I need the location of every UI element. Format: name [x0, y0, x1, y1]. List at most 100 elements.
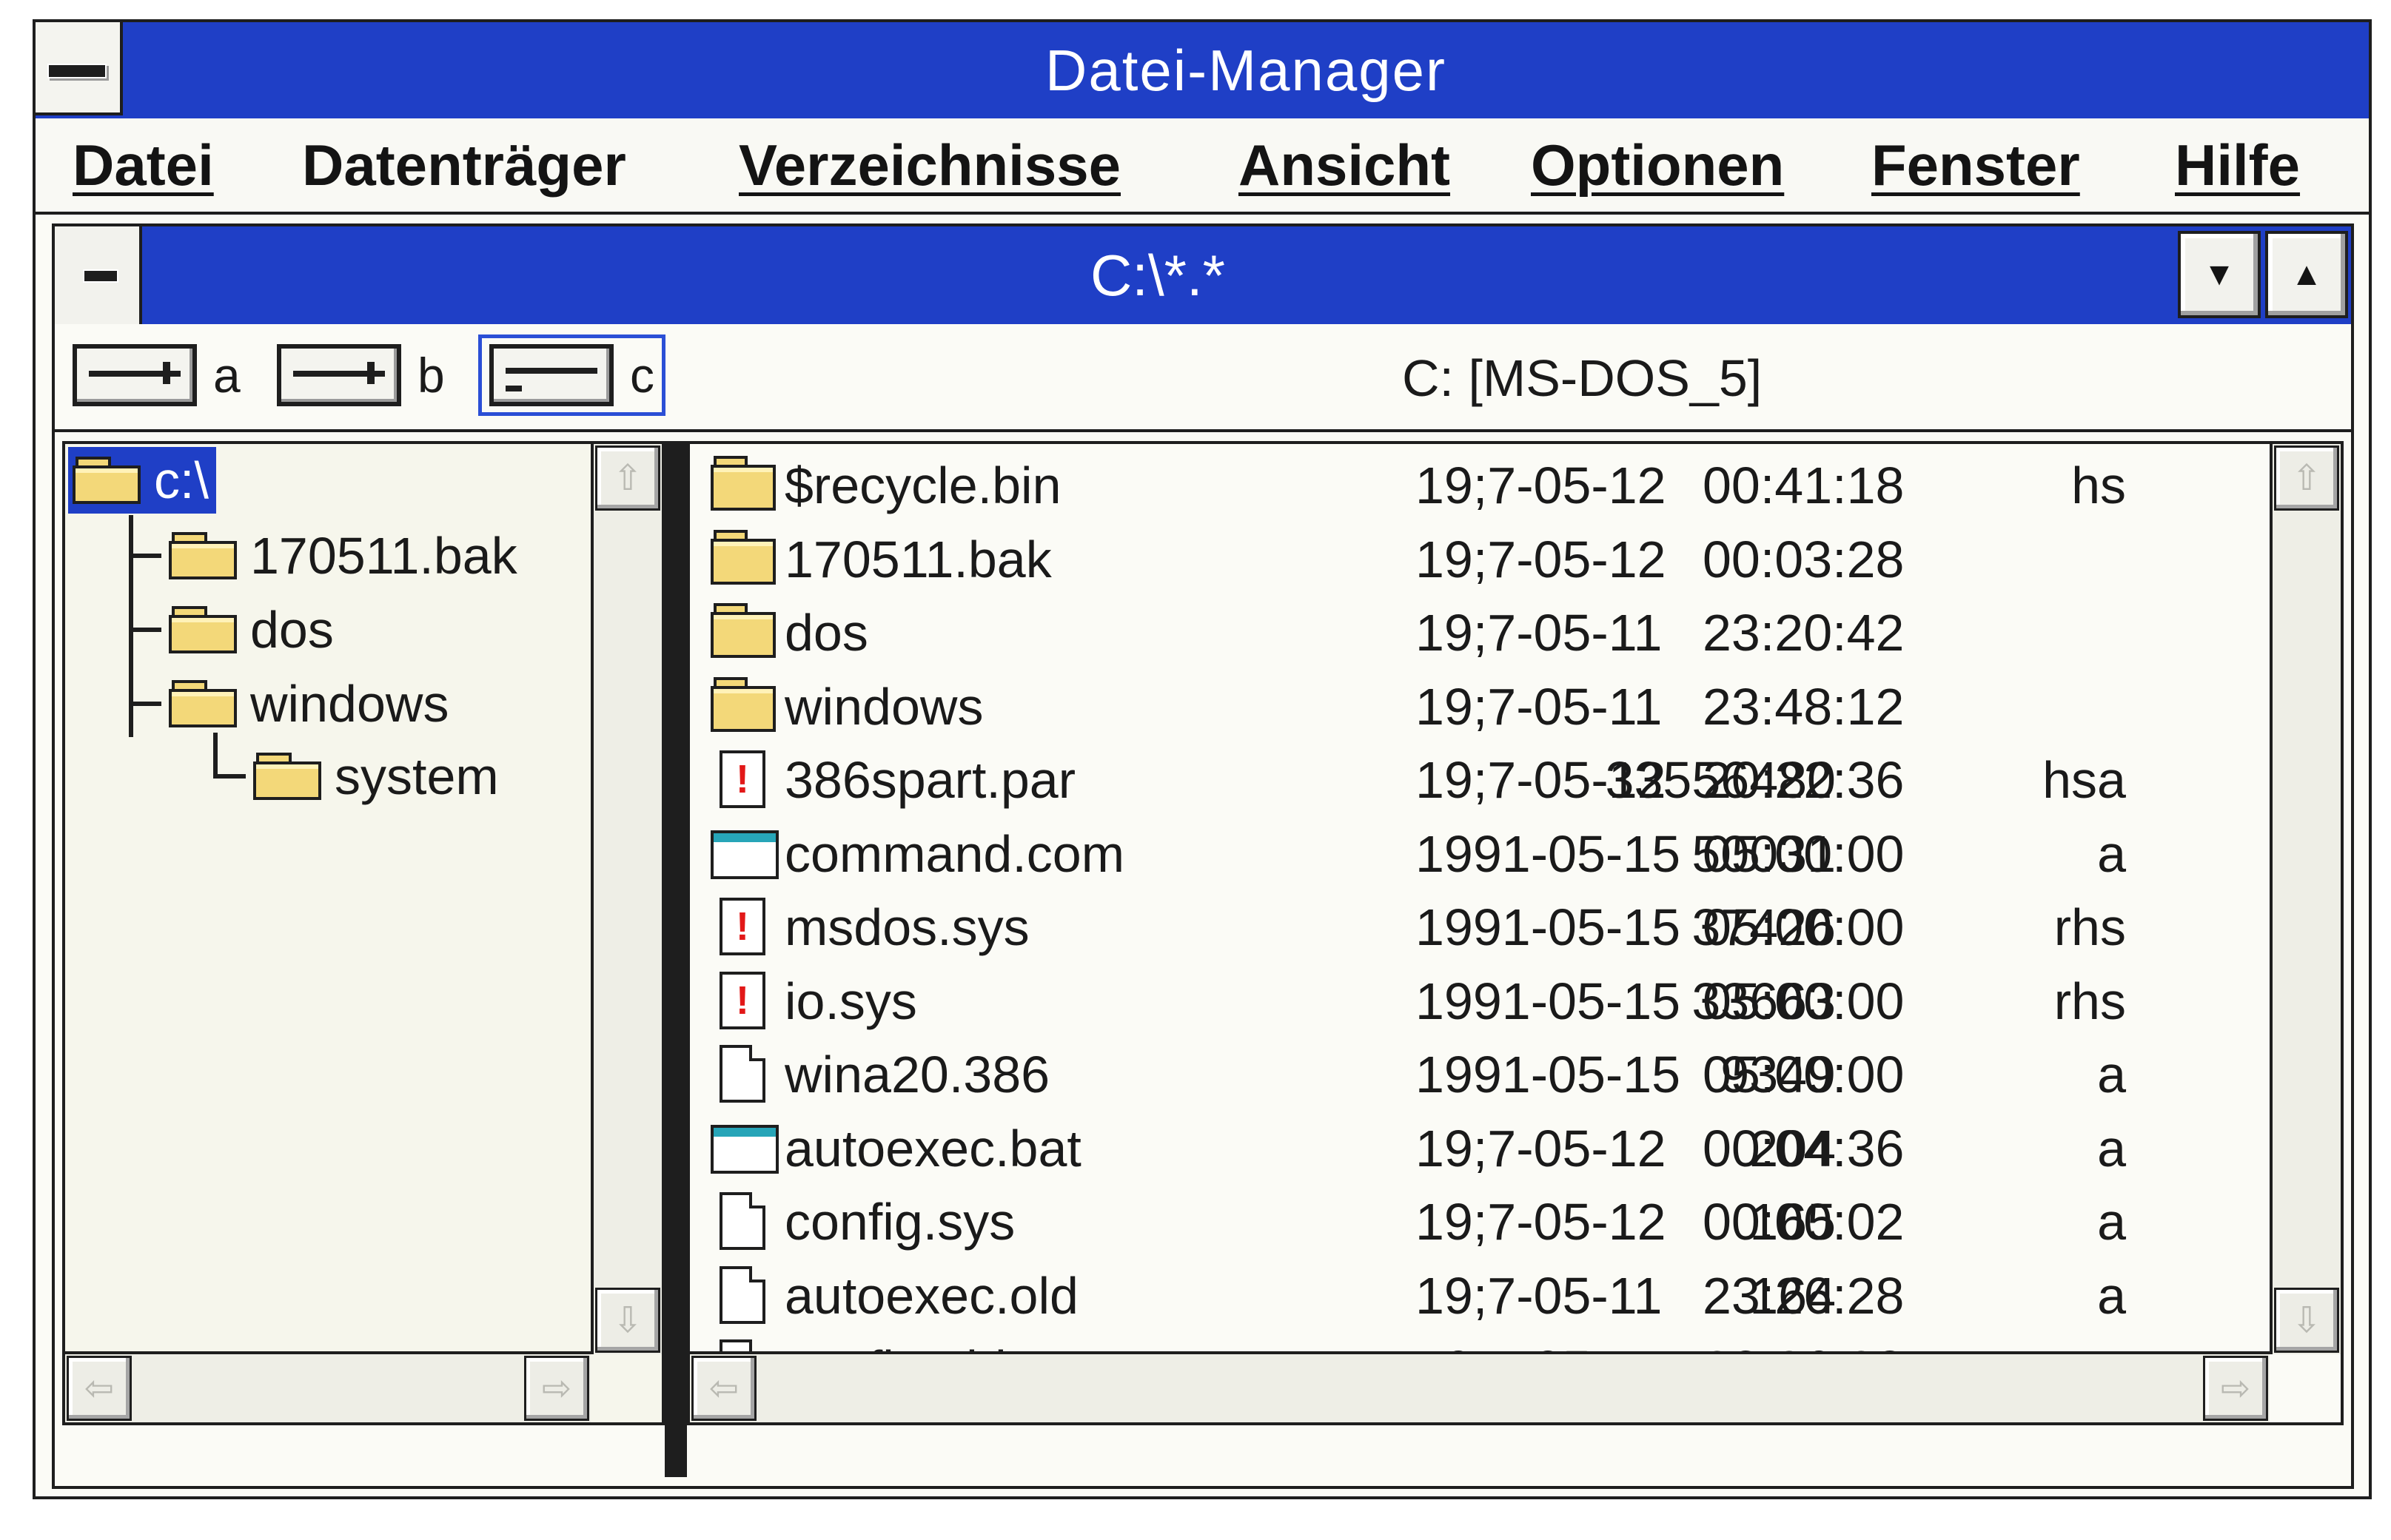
drive-b-button[interactable]: b — [269, 334, 452, 416]
file-attributes: rhs — [2053, 898, 2126, 956]
arrow-down-icon: ⇩ — [2291, 1301, 2322, 1340]
directory-system-menu-button[interactable] — [55, 226, 142, 324]
scroll-down-button[interactable]: ⇩ — [2274, 1288, 2339, 1353]
file-name: dos — [785, 604, 868, 662]
menu-datei[interactable]: Datei — [73, 118, 214, 212]
tree-item-system[interactable]: system — [253, 743, 499, 810]
file-row[interactable]: autoexec.old 164 19;7-05-11 23:26:28 a — [690, 1260, 2244, 1331]
title-bar[interactable]: Datei-Manager — [36, 22, 2369, 118]
system-file-icon: ! — [711, 750, 776, 808]
file-vertical-scrollbar[interactable]: ⇧ ⇩ — [2270, 444, 2341, 1354]
menu-ansicht[interactable]: Ansicht — [1238, 118, 1450, 212]
file-date: 1991-05-15 — [1415, 898, 1681, 956]
file-manager-window: Datei-Manager Datei Datenträger Verzeich… — [33, 19, 2372, 1499]
file-row[interactable]: command.com 50031 1991-05-15 05:00:00 a — [690, 818, 2244, 890]
arrow-right-icon: ⇨ — [541, 1369, 572, 1408]
tree-connector — [213, 774, 246, 779]
file-row[interactable]: ! io.sys 33663 1991-05-15 05:00:00 rhs — [690, 966, 2244, 1037]
tree-item-170511-bak[interactable]: 170511.bak — [169, 522, 517, 589]
file-name: wina20.386 — [785, 1046, 1050, 1103]
file-time: 00:00:02 — [1703, 1193, 1905, 1251]
folder-icon — [711, 456, 776, 514]
system-menu-icon — [47, 64, 107, 78]
tree-item-dos[interactable]: dos — [169, 596, 334, 663]
file-row[interactable]: windows 19;7-05-11 23:48:12 — [690, 671, 2244, 742]
scroll-left-button[interactable]: ⇦ — [67, 1356, 132, 1421]
tree-horizontal-scrollbar[interactable]: ⇦ ⇨ — [65, 1351, 591, 1422]
file-row[interactable]: ! msdos.sys 37426 1991-05-15 05:00:00 rhs — [690, 892, 2244, 963]
scroll-left-button[interactable]: ⇦ — [691, 1356, 757, 1421]
folder-icon — [711, 529, 776, 588]
file-time: 00:03:28 — [1703, 530, 1905, 588]
arrow-right-icon: ⇨ — [2220, 1369, 2251, 1408]
file-date: 19;7-05-12 — [1415, 1193, 1666, 1251]
menu-verzeichnisse[interactable]: Verzeichnisse — [739, 118, 1121, 212]
menu-verzeichnisse-label: Verzeichnisse — [739, 132, 1121, 198]
menu-fenster[interactable]: Fenster — [1871, 118, 2080, 212]
file-date: 1991-05-15 — [1415, 1046, 1681, 1103]
menu-optionen[interactable]: Optionen — [1531, 118, 1784, 212]
file-time: 00:04:36 — [1703, 1119, 1905, 1177]
scroll-up-button[interactable]: ⇧ — [2274, 445, 2339, 511]
file-horizontal-scrollbar[interactable]: ⇦ ⇨ — [690, 1351, 2270, 1422]
document-icon — [711, 1265, 776, 1324]
folder-icon — [169, 680, 237, 727]
document-icon — [711, 1045, 776, 1103]
drive-c-button[interactable]: c — [478, 334, 665, 416]
file-attributes: a — [2097, 1193, 2126, 1251]
file-time: 05:00:00 — [1703, 824, 1905, 883]
scroll-right-button[interactable]: ⇨ — [524, 1356, 589, 1421]
directory-window-title-bar[interactable]: C:\*.* ▼ ▲ — [55, 226, 2351, 324]
scroll-up-button[interactable]: ⇧ — [595, 445, 660, 511]
tree-vertical-scrollbar[interactable]: ⇧ ⇩ — [591, 444, 662, 1354]
file-name: 170511.bak — [785, 530, 1052, 588]
drive-letter: c — [630, 348, 654, 403]
arrow-up-icon: ⇧ — [2291, 459, 2322, 498]
file-attributes: hs — [2071, 457, 2126, 514]
file-name: msdos.sys — [785, 898, 1030, 956]
file-name: config.sys — [785, 1193, 1016, 1251]
tree-item-root[interactable]: c:\ — [68, 447, 216, 514]
file-date: 19;7-05-12 — [1415, 530, 1666, 588]
tree-item-windows[interactable]: windows — [169, 670, 449, 737]
scroll-right-button[interactable]: ⇨ — [2203, 1356, 2268, 1421]
file-attributes: rhs — [2053, 972, 2126, 1030]
file-date: 1991-05-15 — [1415, 972, 1681, 1030]
menu-datentraeger[interactable]: Datenträger — [302, 118, 626, 212]
file-row[interactable]: config.sys 165 19;7-05-12 00:00:02 a — [690, 1186, 2244, 1257]
file-row[interactable]: autoexec.bat 204 19;7-05-12 00:04:36 a — [690, 1113, 2244, 1184]
menu-hilfe[interactable]: Hilfe — [2175, 118, 2300, 212]
drive-letter: b — [417, 348, 445, 403]
drive-letter: a — [213, 348, 241, 403]
file-attributes: a — [2097, 1266, 2126, 1325]
pane-splitter[interactable] — [665, 441, 687, 1477]
file-row[interactable]: wina20.386 9349 1991-05-15 05:00:00 a — [690, 1039, 2244, 1110]
file-time: 23:48:12 — [1703, 677, 1905, 736]
directory-window-title: C:\*.* — [1090, 242, 1226, 308]
floppy-drive-icon — [277, 344, 401, 406]
file-row[interactable]: 170511.bak 19;7-05-12 00:03:28 — [690, 524, 2244, 595]
document-icon — [711, 1192, 776, 1250]
file-row[interactable]: ! 386spart.par 33556480 19;7-05-12 20:22:36 h… — [690, 744, 2244, 816]
tree-item-label: windows — [250, 675, 449, 733]
menu-fenster-label: Fenster — [1871, 132, 2080, 198]
minimize-button[interactable]: ▼ — [2178, 231, 2261, 318]
file-row[interactable]: $recycle.bin 19;7-05-12 00:41:18 hs — [690, 450, 2244, 521]
system-file-icon: ! — [711, 898, 776, 955]
system-file-icon: ! — [711, 971, 776, 1029]
drive-a-button[interactable]: a — [65, 334, 248, 416]
maximize-button[interactable]: ▲ — [2265, 231, 2348, 318]
file-name: autoexec.old — [785, 1266, 1079, 1325]
scroll-down-button[interactable]: ⇩ — [595, 1288, 660, 1353]
folder-icon — [711, 603, 776, 661]
tree-connector — [213, 733, 218, 777]
file-row[interactable]: dos 19;7-05-11 23:20:42 — [690, 597, 2244, 668]
menu-hilfe-label: Hilfe — [2175, 132, 2301, 198]
system-menu-button[interactable] — [36, 22, 123, 115]
tree-connector — [129, 554, 161, 558]
file-attributes: a — [2097, 1046, 2126, 1103]
file-time: 05:00:00 — [1703, 972, 1905, 1030]
file-date: 19;7-05-12 — [1415, 1119, 1666, 1177]
open-folder-icon — [73, 457, 141, 504]
file-attributes: hsa — [2042, 751, 2126, 809]
